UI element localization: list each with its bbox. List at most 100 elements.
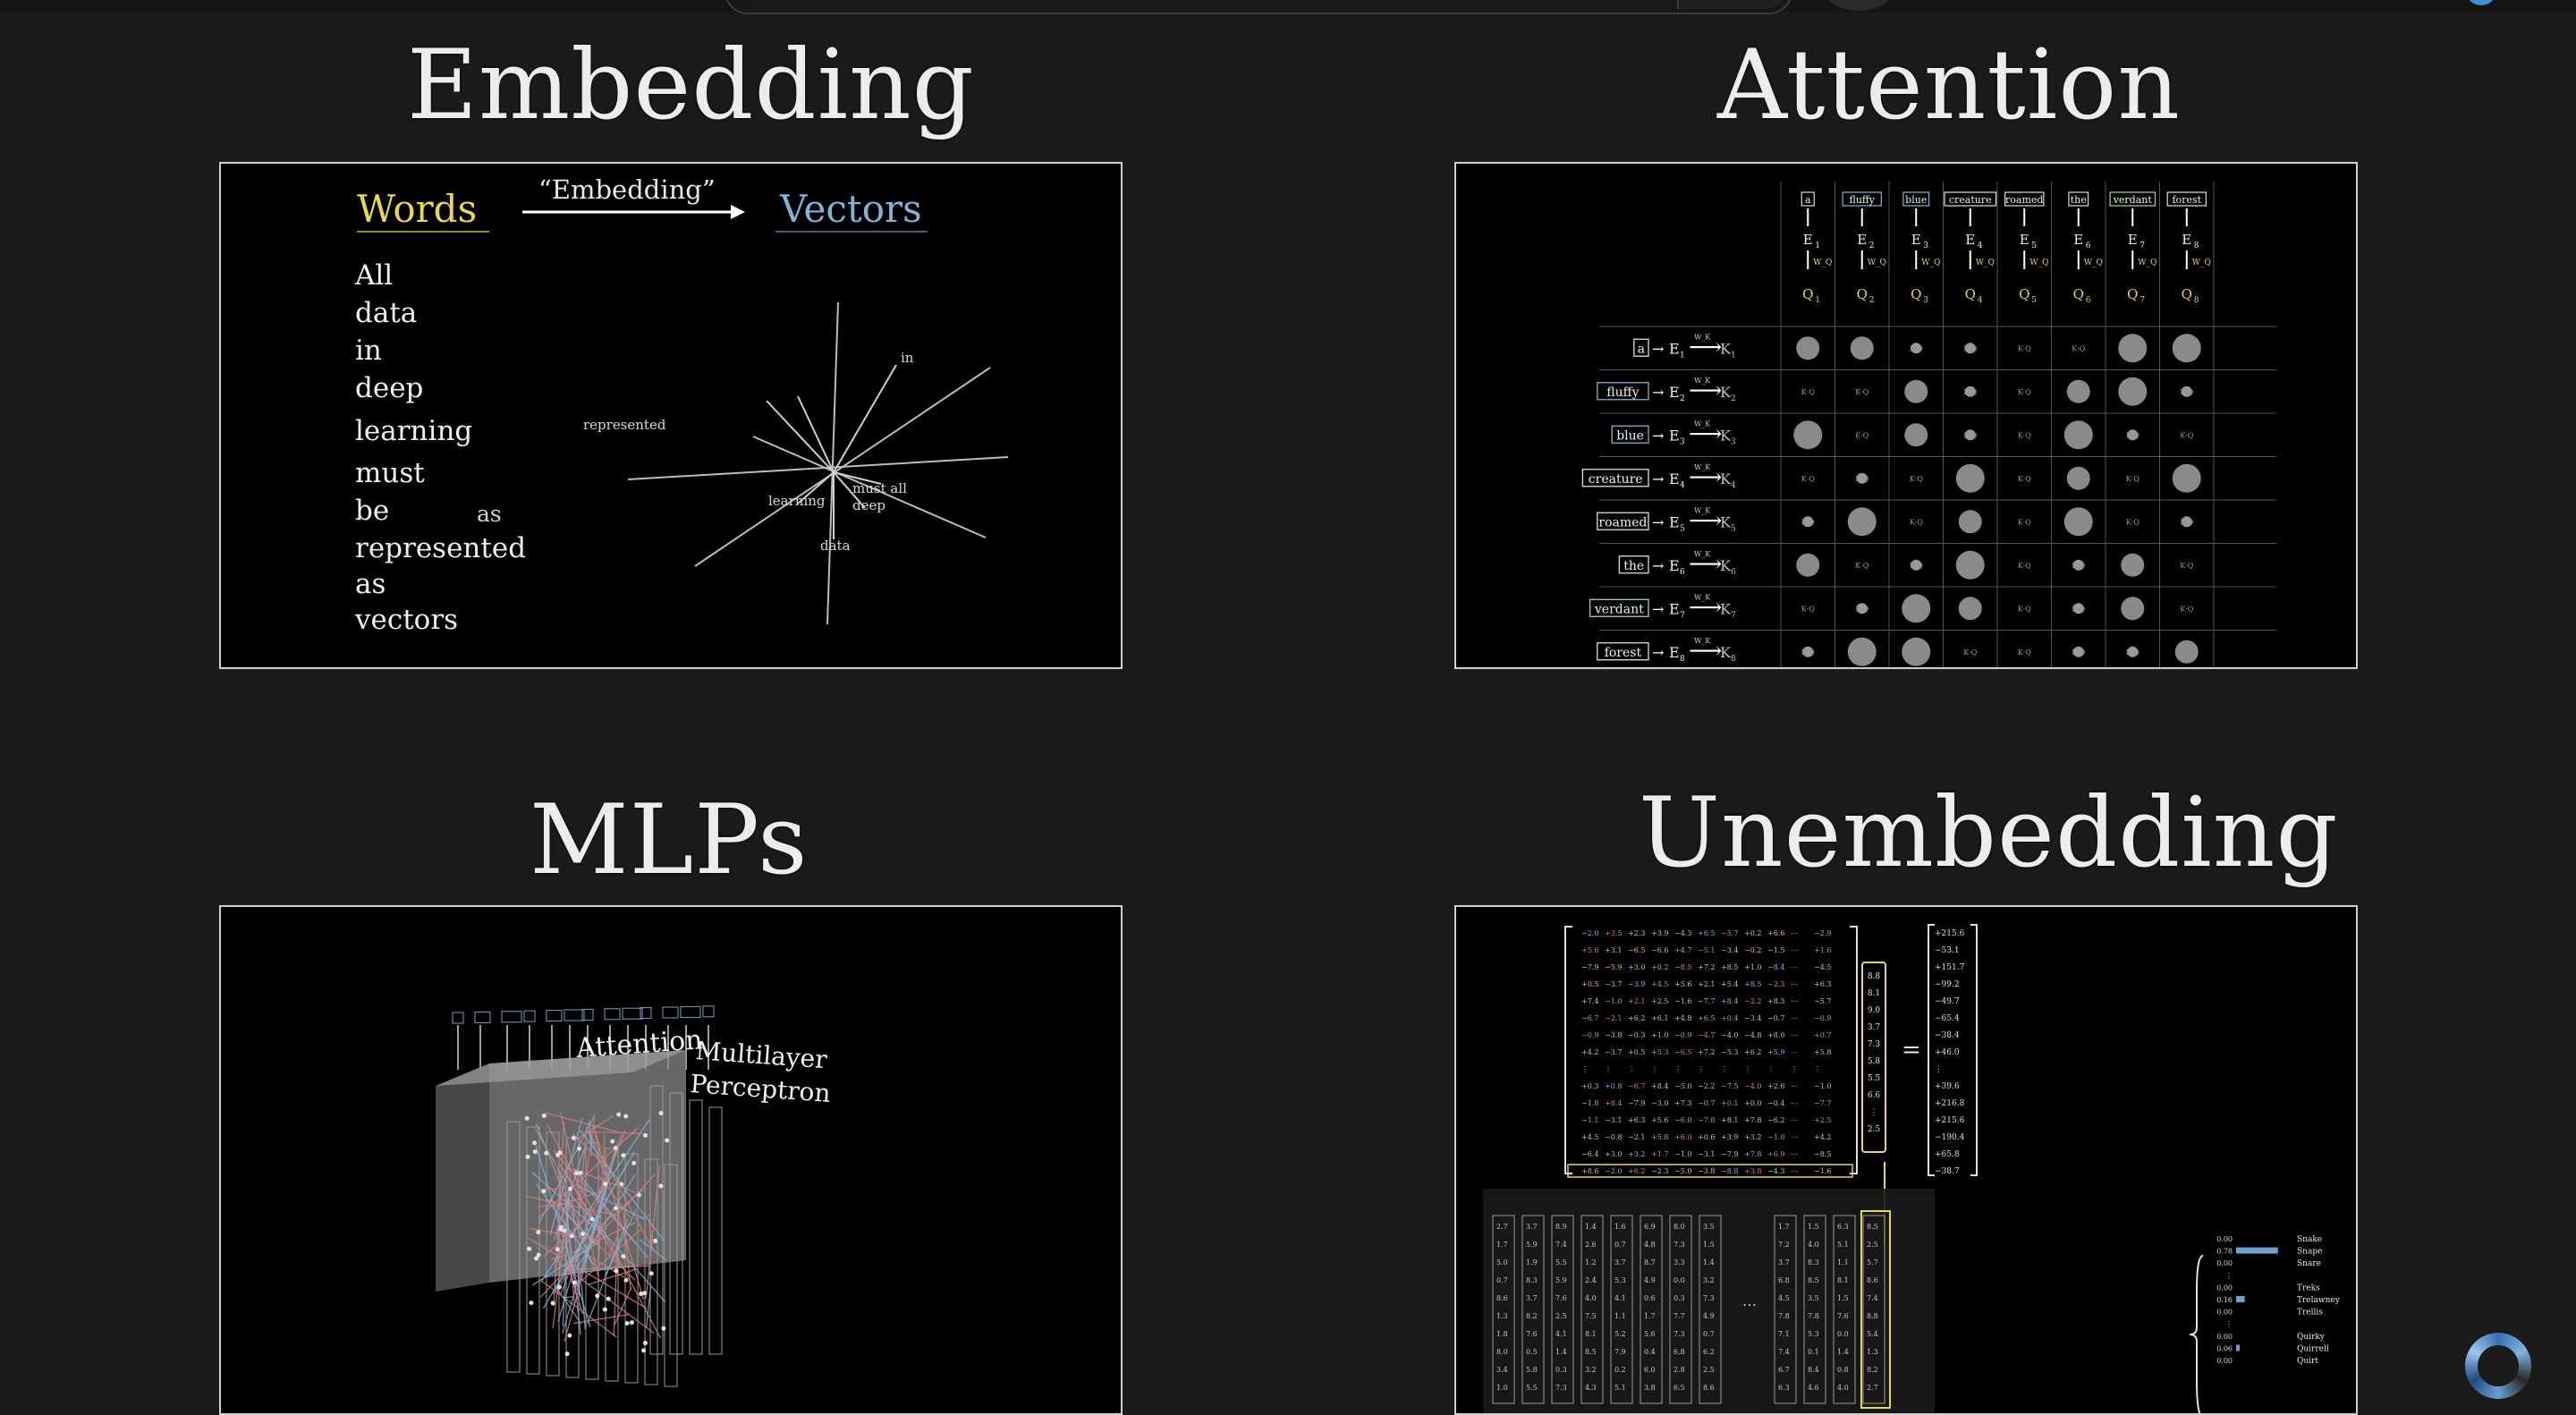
matrix-cell: +6.1: [1651, 1014, 1668, 1022]
logit-value: ⋮: [1935, 1065, 1943, 1074]
matrix-cell: +5.6: [1674, 980, 1691, 988]
mlp-neuron: [557, 1150, 563, 1156]
candidate-word: Snake: [2297, 1235, 2322, 1244]
matrix-cell: −7.7: [1698, 997, 1715, 1005]
attention-score-label: K·Q: [2180, 388, 2194, 396]
attention-score-label: K·Q: [1963, 388, 1978, 396]
matrix-cell: +3.0: [1605, 1150, 1622, 1158]
matrix-cell: ⋯: [1791, 1116, 1798, 1124]
candidate-prob-bar: [2236, 1296, 2245, 1302]
row-key-weight: W_K: [1694, 419, 1711, 428]
channel-logo-icon[interactable]: [2465, 1333, 2531, 1399]
candidate-word: Trellis: [2297, 1309, 2323, 1318]
context-cell: 5.5: [1555, 1258, 1567, 1267]
token-box: [662, 1006, 679, 1019]
vector-entry: 2.5: [1868, 1125, 1881, 1134]
matrix-cell: −6.4: [1581, 1150, 1598, 1158]
candidate-word: Quirrell: [2297, 1344, 2329, 1353]
probability-brace: [2189, 1255, 2204, 1413]
context-cell: 7.3: [1555, 1384, 1567, 1392]
attention-score-label: K·Q: [2072, 605, 2086, 613]
mlp-panel[interactable]: Attention Multilayer Perceptron: [219, 905, 1123, 1415]
unembedding-panel[interactable]: −2.0 +3.5 +2.3 +3.9 −4.3 +6.5 −5.7 +0.2 +6.6 ⋯ −2.…: [1454, 905, 2358, 1415]
context-cell: 2.5: [1555, 1312, 1567, 1320]
matrix-cell: +8.3: [1767, 997, 1784, 1005]
vector-entry: 6.6: [1868, 1091, 1881, 1100]
attention-score-label: K·Q: [2018, 562, 2032, 570]
mlp-label-line2: Perceptron: [690, 1069, 832, 1108]
column-token: forest: [2172, 194, 2201, 206]
column-embedding: E: [2182, 232, 2191, 248]
mlp-neuron: [653, 1238, 658, 1243]
context-cell: 1.5: [1703, 1241, 1715, 1249]
matrix-cell: +2.3: [1628, 929, 1645, 937]
context-cell: 7.3: [1674, 1330, 1685, 1338]
context-cell: 2.6: [1585, 1241, 1597, 1249]
candidate-word: Quirky: [2297, 1333, 2326, 1342]
logit-value: −53.1: [1935, 946, 1960, 955]
matrix-cell: −0.2: [1744, 946, 1761, 954]
context-cell: 6.3: [1778, 1384, 1790, 1392]
column-token: creature: [1949, 194, 1992, 206]
matrix-cell: −0.7: [1698, 1099, 1715, 1107]
matrix-cell: −4.5: [1814, 963, 1831, 971]
matrix-cell: −0.7: [1767, 1014, 1784, 1022]
mlp-neuron: [572, 1280, 577, 1285]
matrix-cell: −3.4: [1721, 946, 1738, 954]
context-cell: 8.0: [1674, 1223, 1685, 1231]
embedding-panel[interactable]: Words “Embedding” Vectors All data in de…: [219, 162, 1123, 669]
matrix-cell: +1.0: [1651, 1031, 1668, 1039]
row-key-weight: W_K: [1694, 550, 1711, 558]
matrix-cell: ⋮: [1744, 1065, 1751, 1073]
row-key-index: 7: [1731, 611, 1736, 620]
context-cell: 1.1: [1837, 1258, 1849, 1267]
context-cell: 6.0: [1644, 1366, 1656, 1374]
matrix-cell: −8.8: [1721, 1167, 1738, 1175]
matrix-cell: +8.4: [1721, 997, 1738, 1005]
matrix-cell: −0.9: [1814, 1014, 1831, 1022]
matrix-cell: +8.5: [1744, 980, 1761, 988]
matrix-cell: +6.2: [1744, 1048, 1761, 1056]
matrix-cell: +6.5: [1698, 1014, 1715, 1022]
attention-score-label: K·Q: [1910, 562, 1924, 570]
candidate-prob: 0.78: [2216, 1248, 2233, 1256]
search-input[interactable]: [724, 0, 1792, 14]
vector-label-must-all: must all: [852, 480, 907, 496]
matrix-cell: ⋯: [1791, 1133, 1798, 1141]
column-query: Q: [1911, 286, 1921, 302]
candidate-prob: ⋮: [2225, 1272, 2233, 1280]
attention-score-label: K·Q: [2018, 388, 2032, 396]
context-cell: 8.8: [1867, 1312, 1878, 1320]
attention-panel[interactable]: a E 1 W_Q Q 1 fluffy E 2 W_Q Q 2 blue E 3 W_Q Q 3 creature…: [1454, 162, 2358, 669]
logit-value: +215.6: [1935, 929, 1965, 938]
context-cell: 1.8: [1496, 1330, 1508, 1338]
unembedding-matrix: −2.0 +3.5 +2.3 +3.9 −4.3 +6.5 −5.7 +0.2 +6.6 ⋯ −2.…: [1564, 926, 1858, 1178]
matrix-cell: −1.1: [1581, 1116, 1598, 1124]
matrix-cell: −6.5: [1674, 1048, 1691, 1056]
attention-score-dot: [1847, 637, 1877, 666]
matrix-cell: +1.7: [1651, 1150, 1668, 1158]
row-embedding-index: 7: [1680, 611, 1685, 620]
matrix-cell: −2.1: [1605, 1014, 1622, 1022]
matrix-cell: +3.1: [1605, 946, 1622, 954]
matrix-cell: +0.4: [1721, 1014, 1738, 1022]
vector-label-deep: deep: [852, 497, 886, 513]
search-button[interactable]: [1677, 0, 1786, 9]
matrix-cell: −3.4: [1744, 1014, 1761, 1022]
mlp-column-frame: [708, 1106, 723, 1355]
logit-value: +39.6: [1935, 1082, 1960, 1091]
attention-score-label: K·Q: [1855, 388, 1869, 396]
attention-score-label: K·Q: [2180, 605, 2194, 613]
context-cell: 7.6: [1837, 1312, 1849, 1320]
token-box: [622, 1007, 643, 1020]
column-embedding-index: 5: [2031, 241, 2037, 250]
matrix-cell: −3.7: [1605, 1048, 1622, 1056]
matrix-cell: ⋯: [1791, 980, 1798, 988]
attention-score-label: K·Q: [2180, 562, 2194, 570]
context-cell: 0.3: [1555, 1366, 1567, 1374]
matrix-cell: −7.8: [1698, 1116, 1715, 1124]
matrix-cell: ⋮: [1721, 1065, 1728, 1073]
unembedding-title: Unembedding: [1639, 777, 2339, 889]
context-cell: 6.8: [1674, 1348, 1685, 1356]
row-embedding: E: [1669, 513, 1680, 530]
